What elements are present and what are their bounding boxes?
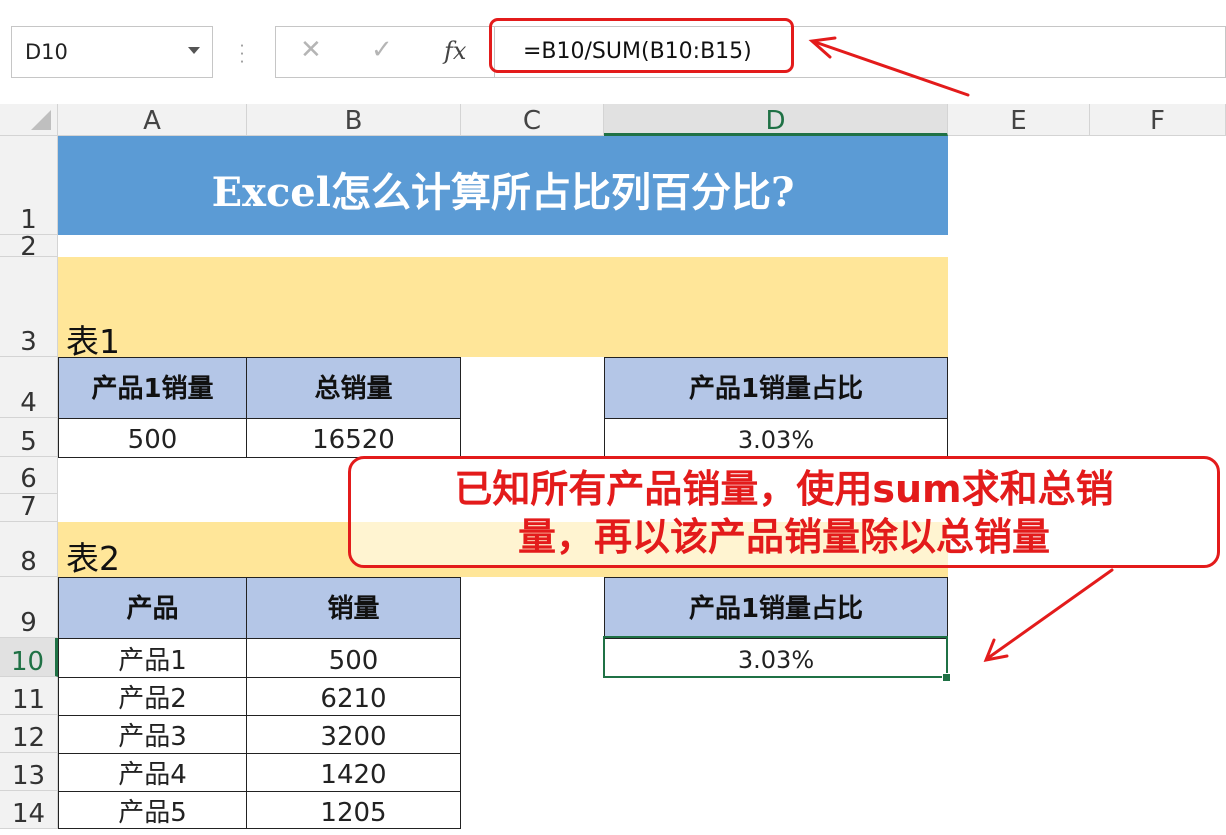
column-header-f[interactable]: F — [1090, 104, 1226, 136]
row-header-4[interactable]: 4 — [0, 357, 58, 418]
cancel-icon[interactable]: ✕ — [300, 35, 322, 65]
callout-line-1: 已知所有产品销量，使用sum求和总销 — [454, 467, 1114, 511]
row-header-7[interactable]: 7 — [0, 493, 58, 522]
column-header-e[interactable]: E — [948, 104, 1090, 136]
select-all-corner[interactable] — [0, 104, 58, 136]
title-cell[interactable]: Excel怎么计算所占比列百分比? — [58, 136, 948, 235]
annotation-callout: 已知所有产品销量，使用sum求和总销 量，再以该产品销量除以总销量 — [348, 456, 1220, 568]
table-row-sales[interactable]: 1420 — [246, 753, 461, 792]
table1-ratio-value[interactable]: 3.03% — [604, 418, 948, 458]
column-header-c[interactable]: C — [461, 104, 604, 136]
row-header-11[interactable]: 11 — [0, 677, 58, 715]
row-header-1[interactable]: 1 — [0, 136, 58, 235]
table-row-sales[interactable]: 1205 — [246, 791, 461, 829]
row-header-2[interactable]: 2 — [0, 234, 58, 260]
fx-icon[interactable]: fx — [444, 37, 466, 65]
formula-commands: ✕ ✓ fx — [275, 26, 495, 78]
callout-line-2: 量，再以该产品销量除以总销量 — [517, 515, 1050, 559]
formula-highlight-box — [489, 18, 794, 73]
table2-header-sales[interactable]: 销量 — [246, 577, 461, 639]
table2-label: 表2 — [66, 539, 120, 578]
table2-ratio-header[interactable]: 产品1销量占比 — [604, 577, 948, 639]
corner-triangle-icon — [31, 110, 51, 130]
row-header-10[interactable]: 10 — [0, 638, 58, 677]
page-title: Excel怎么计算所占比列百分比? — [211, 169, 795, 216]
table-row-product[interactable]: 产品4 — [58, 753, 247, 792]
row-header-13[interactable]: 13 — [0, 753, 58, 791]
table-row-product[interactable]: 产品5 — [58, 791, 247, 829]
callout-text: 已知所有产品销量，使用sum求和总销 量，再以该产品销量除以总销量 — [351, 465, 1217, 561]
table-row-sales[interactable]: 6210 — [246, 677, 461, 716]
table1-header-product1-sales[interactable]: 产品1销量 — [58, 357, 247, 419]
row-header-6[interactable]: 6 — [0, 457, 58, 494]
row-header-3[interactable]: 3 — [0, 257, 58, 357]
name-box[interactable]: D10 — [11, 26, 213, 78]
table1-label-band[interactable]: 表1 — [58, 257, 948, 361]
active-cell-border — [603, 636, 948, 678]
row-header-8[interactable]: 8 — [0, 522, 58, 577]
cell-arrow — [983, 568, 1114, 662]
table1-value-total-sales[interactable]: 16520 — [246, 418, 461, 458]
row-header-9[interactable]: 9 — [0, 577, 58, 638]
table1-ratio-header[interactable]: 产品1销量占比 — [604, 357, 948, 419]
column-header-b[interactable]: B — [247, 104, 461, 136]
row-header-12[interactable]: 12 — [0, 715, 58, 753]
grip-icon[interactable]: · · · — [238, 39, 246, 70]
row-header-14[interactable]: 14 — [0, 791, 58, 829]
table-row-product[interactable]: 产品1 — [58, 638, 247, 678]
fill-handle[interactable] — [942, 673, 951, 682]
table-row-sales[interactable]: 500 — [246, 638, 461, 678]
table1-value-product1-sales[interactable]: 500 — [58, 418, 247, 458]
table-row-sales[interactable]: 3200 — [246, 715, 461, 754]
column-header-d[interactable]: D — [604, 104, 948, 136]
table-row-product[interactable]: 产品3 — [58, 715, 247, 754]
check-icon[interactable]: ✓ — [371, 35, 393, 65]
column-header-a[interactable]: A — [58, 104, 247, 136]
table2-header-product[interactable]: 产品 — [58, 577, 247, 639]
table-row-product[interactable]: 产品2 — [58, 677, 247, 716]
chevron-down-icon[interactable] — [188, 47, 200, 54]
row-header-5[interactable]: 5 — [0, 418, 58, 457]
name-box-value: D10 — [25, 40, 68, 64]
table1-header-total-sales[interactable]: 总销量 — [246, 357, 461, 419]
table1-label: 表1 — [66, 322, 120, 361]
